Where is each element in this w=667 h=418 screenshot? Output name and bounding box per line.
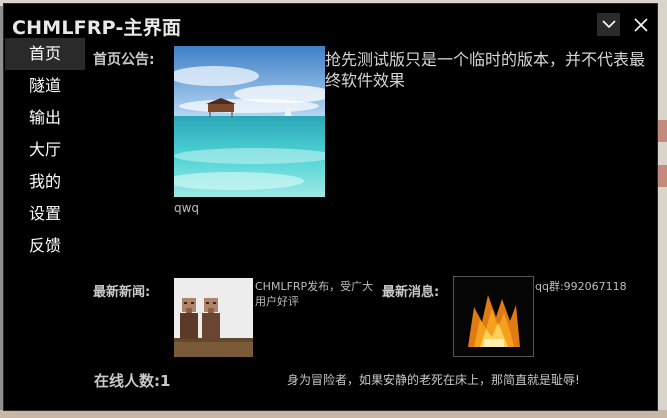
close-icon	[633, 17, 648, 32]
message-text: qq群:992067118	[535, 280, 627, 293]
sidebar-item-feedback[interactable]: 反馈	[5, 230, 85, 262]
sidebar: 首页 隧道 输出 大厅 我的 设置 反馈	[5, 38, 85, 262]
chevron-down-icon	[601, 20, 616, 29]
message-image	[453, 276, 534, 357]
notice-text: 抢先测试版只是一个临时的版本，并不代表最终软件效果	[325, 50, 646, 90]
notice-label: 首页公告:	[93, 52, 155, 68]
close-button[interactable]	[629, 13, 652, 36]
desktop-background-bottom	[0, 410, 667, 418]
window-title: CHMLFRP-主界面	[12, 17, 182, 39]
sidebar-item-home[interactable]: 首页	[5, 38, 85, 70]
news-label: 最新新闻:	[93, 285, 151, 300]
desktop-window-fragment	[658, 120, 667, 142]
news-text: CHMLFRP发布，受广大用户好评	[255, 280, 374, 308]
notice-image-caption: qwq	[174, 201, 200, 215]
sidebar-item-tunnels[interactable]: 隧道	[5, 70, 85, 102]
motto-text: 身为冒险者，如果安静的老死在床上，那简直就是耻辱!	[287, 373, 580, 387]
desktop-background-right	[658, 0, 667, 418]
message-label: 最新消息:	[382, 285, 440, 300]
main-window: CHMLFRP-主界面 首页 隧道 输出 大厅 我的 设置 反馈 首页公告: q…	[3, 3, 658, 411]
sidebar-item-profile[interactable]: 我的	[5, 166, 85, 198]
sidebar-item-lobby[interactable]: 大厅	[5, 134, 85, 166]
minimize-button[interactable]	[597, 13, 620, 36]
online-count: 在线人数:1	[94, 372, 171, 390]
desktop-window-fragment	[658, 165, 667, 187]
sidebar-item-output[interactable]: 输出	[5, 102, 85, 134]
notice-image	[174, 46, 325, 197]
sidebar-item-settings[interactable]: 设置	[5, 198, 85, 230]
news-image	[174, 278, 253, 357]
